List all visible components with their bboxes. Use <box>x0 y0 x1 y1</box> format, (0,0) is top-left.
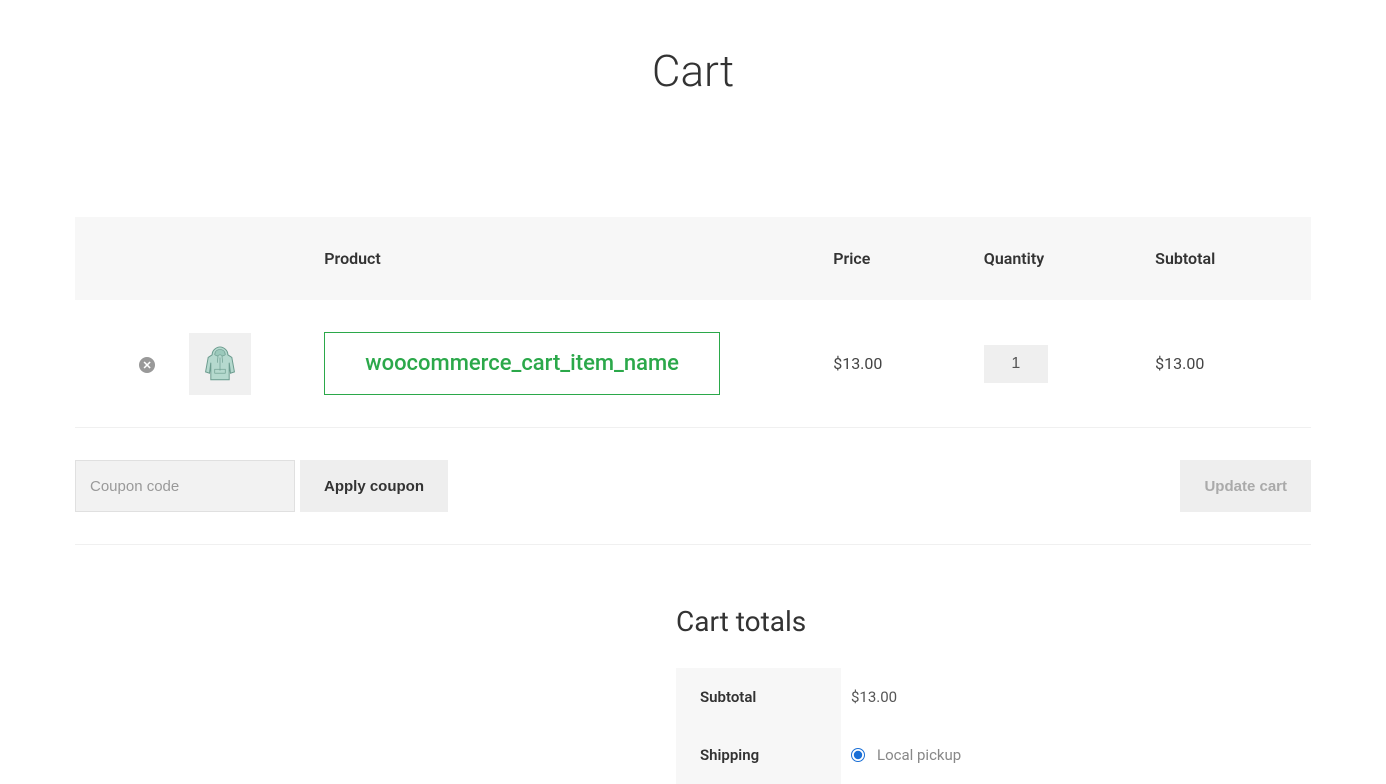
totals-shipping-label: Shipping <box>676 726 841 784</box>
totals-subtotal-label: Subtotal <box>676 668 841 726</box>
update-cart-button[interactable]: Update cart <box>1180 460 1311 512</box>
cart-item-row: ✕ woocommerce_ca <box>75 300 1311 428</box>
shipping-option-label: Local pickup <box>877 746 961 764</box>
shipping-radio[interactable] <box>851 748 865 762</box>
col-header-quantity: Quantity <box>984 217 1155 300</box>
quantity-input[interactable] <box>984 345 1048 383</box>
cart-totals-heading: Cart totals <box>676 605 1311 638</box>
totals-subtotal-value: $13.00 <box>841 668 1311 726</box>
cart-actions: Apply coupon Update cart <box>75 460 1311 512</box>
product-thumbnail[interactable] <box>189 333 251 395</box>
remove-item-icon[interactable]: ✕ <box>139 357 155 373</box>
item-subtotal: $13.00 <box>1155 354 1204 373</box>
page-title: Cart <box>0 0 1386 217</box>
shipping-option: Local pickup <box>851 746 1301 764</box>
hoodie-icon <box>199 343 241 385</box>
col-header-subtotal: Subtotal <box>1155 217 1311 300</box>
product-name[interactable]: woocommerce_cart_item_name <box>324 332 720 395</box>
cart-table: Product Price Quantity Subtotal ✕ <box>75 217 1311 545</box>
cart-content: Product Price Quantity Subtotal ✕ <box>75 217 1311 784</box>
cart-totals-section: Cart totals Subtotal $13.00 Shipping Loc… <box>676 605 1311 784</box>
apply-coupon-button[interactable]: Apply coupon <box>300 460 448 512</box>
coupon-input[interactable] <box>75 460 295 512</box>
item-price: $13.00 <box>833 354 882 373</box>
col-header-product: Product <box>324 217 833 300</box>
cart-totals-table: Subtotal $13.00 Shipping Local pickup <box>676 668 1311 784</box>
col-header-price: Price <box>833 217 984 300</box>
